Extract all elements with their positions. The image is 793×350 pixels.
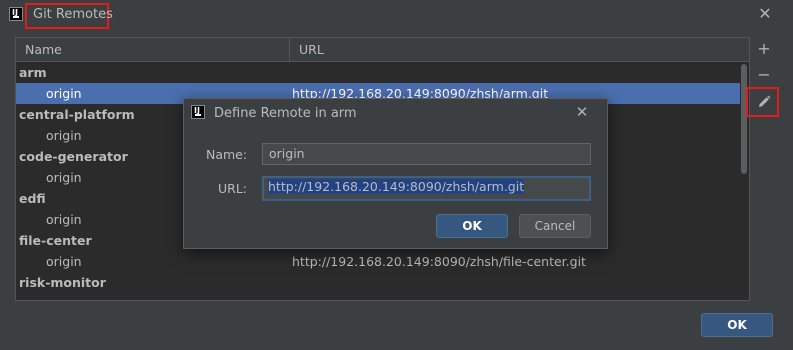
scrollbar-thumb[interactable] — [741, 64, 747, 174]
remote-name: origin — [46, 86, 82, 101]
remote-name-field[interactable]: origin — [262, 143, 591, 165]
remote-name: origin — [46, 128, 82, 143]
group-name: file-center — [19, 233, 92, 248]
remote-name: origin — [46, 254, 82, 269]
url-label: URL: — [218, 181, 248, 196]
dialog-ok-button[interactable]: OK — [436, 214, 508, 238]
edit-highlight-box — [746, 87, 779, 117]
close-icon[interactable]: ✕ — [573, 103, 591, 121]
logo-bar — [195, 114, 201, 116]
remote-row[interactable] — [16, 293, 740, 300]
group-name: risk-monitor — [19, 275, 106, 290]
column-header-url[interactable]: URL — [299, 42, 324, 57]
column-divider[interactable] — [289, 38, 290, 61]
remote-row[interactable]: origin http://192.168.20.149:8090/zhsh/fi… — [16, 251, 740, 272]
close-icon[interactable]: ✕ — [756, 5, 774, 23]
minus-icon: − — [757, 65, 771, 84]
group-name: arm — [19, 65, 47, 80]
name-label: Name: — [206, 147, 248, 162]
ok-button[interactable]: OK — [701, 313, 773, 337]
plus-icon: + — [757, 39, 771, 58]
window-titlebar: IJ Git Remotes ✕ — [0, 0, 793, 30]
window-title: Git Remotes — [33, 7, 113, 22]
column-header-name[interactable]: Name — [25, 42, 62, 57]
remote-group-row[interactable]: risk-monitor — [16, 272, 740, 293]
dialog-cancel-button[interactable]: Cancel — [519, 214, 591, 238]
define-remote-dialog: IJ Define Remote in arm ✕ Name: origin U… — [183, 98, 608, 249]
remote-group-row[interactable]: arm — [16, 62, 740, 83]
remote-name: origin — [46, 170, 82, 185]
remove-remote-button[interactable]: − — [754, 65, 774, 85]
group-name: edfi — [19, 191, 46, 206]
intellij-logo-icon: IJ — [191, 105, 205, 119]
add-remote-button[interactable]: + — [754, 39, 774, 59]
remote-url-field[interactable]: http://192.168.20.149:8090/zhsh/arm.git — [262, 176, 591, 201]
remote-name-value: origin — [269, 146, 305, 161]
remote-url-value: http://192.168.20.149:8090/zhsh/arm.git — [268, 179, 525, 194]
dialog-title: Define Remote in arm — [214, 106, 357, 121]
remote-name: origin — [46, 212, 82, 227]
table-header: Name URL — [16, 38, 749, 62]
group-name: central-platform — [19, 107, 135, 122]
group-name: code-generator — [19, 149, 128, 164]
remote-url: http://192.168.20.149:8090/zhsh/file-cen… — [292, 254, 586, 269]
logo-bar — [13, 16, 19, 18]
intellij-logo-icon: IJ — [9, 7, 23, 21]
